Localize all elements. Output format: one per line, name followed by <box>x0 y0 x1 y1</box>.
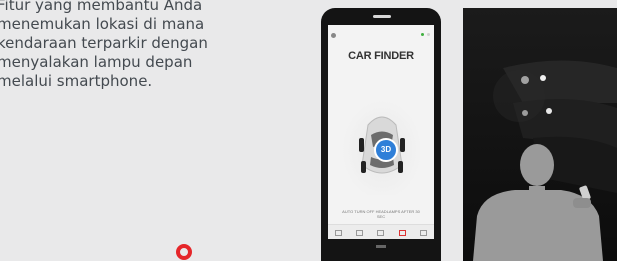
car-icon[interactable] <box>335 229 343 236</box>
home-button[interactable] <box>376 245 386 248</box>
battery-icon[interactable] <box>398 229 406 236</box>
location-pin-icon <box>176 244 192 260</box>
door-icon[interactable] <box>356 229 364 236</box>
phone-speaker <box>373 15 391 18</box>
feature-description: Fitur yang membantu Anda menemukan lokas… <box>0 0 287 91</box>
description-line: Fitur yang membantu Anda <box>0 0 203 14</box>
app-screen: CAR FINDER 3D AUTO TURN OFF HEADLAMPS AF… <box>328 25 434 239</box>
3d-view-button[interactable]: 3D <box>374 138 398 162</box>
parking-lot-photo <box>463 8 617 261</box>
lights-icon[interactable] <box>377 229 385 236</box>
info-icon <box>427 33 430 36</box>
menu-icon[interactable] <box>331 33 336 38</box>
bell-icon[interactable] <box>419 229 427 236</box>
app-title: CAR FINDER <box>348 50 414 62</box>
description-line: menyalakan lampu depan <box>0 53 193 71</box>
auto-off-hint: AUTO TURN OFF HEADLAMPS AFTER 30 SEC <box>342 209 420 219</box>
description-line: menemukan lokasi di mana <box>0 15 205 33</box>
description-line: melalui smartphone. <box>0 72 153 90</box>
app-tab-bar <box>328 224 434 239</box>
signal-icon <box>421 33 424 36</box>
status-bar <box>331 33 431 41</box>
description-line: kendaraan terparkir dengan <box>0 34 208 52</box>
